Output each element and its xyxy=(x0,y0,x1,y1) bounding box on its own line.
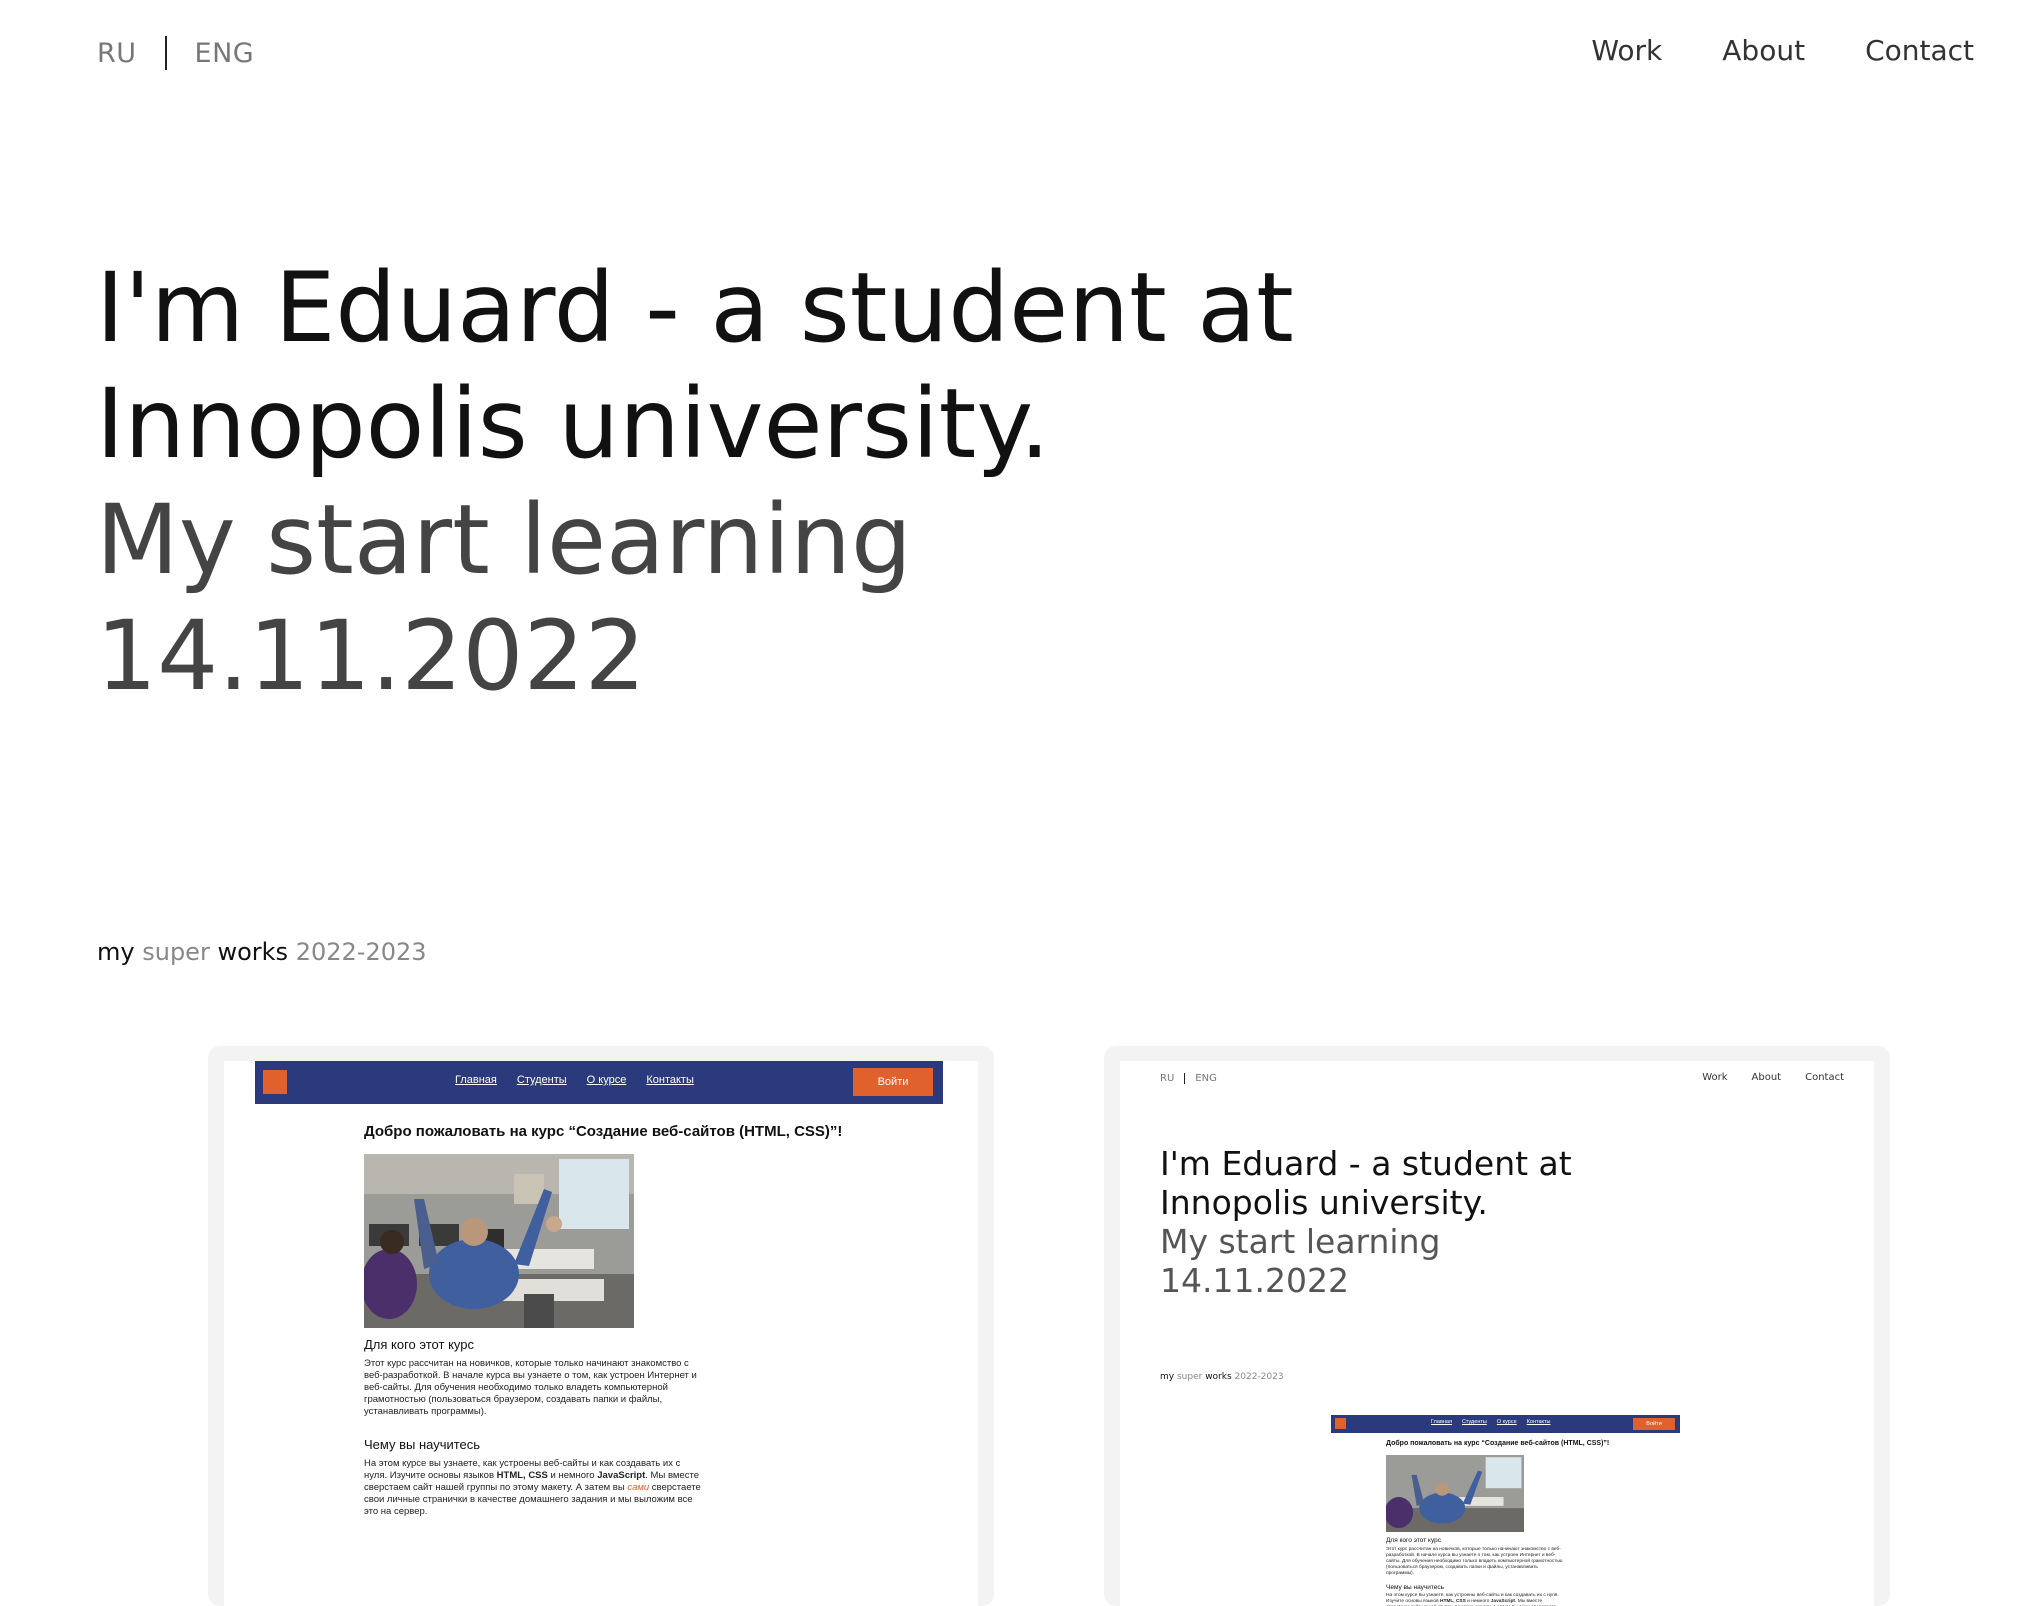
nav-about-link[interactable]: About xyxy=(1722,34,1805,67)
course-navbar: Главная Студенты О курсе Контакты Войти xyxy=(255,1061,943,1104)
hero-line-4: 14.11.2022 xyxy=(96,600,646,712)
works-caption: my super works 2022-2023 xyxy=(97,938,427,966)
preview-nav-about: About xyxy=(1751,1072,1782,1083)
preview-hero: I'm Eduard - a student at Innopolis univ… xyxy=(1160,1144,1572,1300)
preview-hero-line-4: 14.11.2022 xyxy=(1160,1261,1349,1300)
site-header: RU ENG Work About Contact xyxy=(0,0,2038,110)
preview-hero-line-1: I'm Eduard - a student at xyxy=(1160,1144,1572,1183)
preview-works-caption: my super works 2022-2023 xyxy=(1160,1372,1284,1382)
course-login-button[interactable]: Войти xyxy=(853,1068,933,1096)
preview-lang-eng: ENG xyxy=(1195,1073,1217,1084)
course-nav-contacts[interactable]: Контакты xyxy=(646,1074,694,1086)
preview-hero-line-2: Innopolis university. xyxy=(1160,1183,1488,1222)
hero-line-3: My start learning xyxy=(96,484,912,596)
course-nav-about[interactable]: О курсе xyxy=(587,1074,627,1086)
hero-line-2: Innopolis university. xyxy=(96,368,1050,480)
main-nav: Work About Contact xyxy=(1591,34,1974,67)
caption-word-works: works xyxy=(217,938,289,966)
work-preview-course-site: Главная Студенты О курсе Контакты Войти … xyxy=(224,1061,978,1606)
work-preview-portfolio: RU ENG Work About Contact I'm Eduard - a… xyxy=(1120,1061,1874,1606)
preview-course-audience-text: Этот курс рассчитан на новичков, которые… xyxy=(1386,1547,1563,1576)
preview-language-switcher: RU ENG xyxy=(1160,1073,1217,1084)
course-nav-links: Главная Студенты О курсе Контакты xyxy=(455,1074,694,1086)
nav-work-link[interactable]: Work xyxy=(1591,34,1662,67)
preview-classroom-photo xyxy=(1386,1455,1524,1532)
lang-eng-link[interactable]: ENG xyxy=(195,38,255,69)
preview-hero-line-3: My start learning xyxy=(1160,1222,1441,1261)
work-card-portfolio[interactable]: RU ENG Work About Contact I'm Eduard - a… xyxy=(1104,1046,1890,1606)
course-outcomes-heading: Чему вы научитесь xyxy=(364,1437,481,1452)
preview-course-nav-links: Главная Студенты О курсе Контакты xyxy=(1431,1419,1551,1425)
preview-nav: Work About Contact xyxy=(1702,1072,1844,1083)
nav-contact-link[interactable]: Contact xyxy=(1865,34,1974,67)
course-nav-home[interactable]: Главная xyxy=(455,1074,497,1086)
work-card-course-site[interactable]: Главная Студенты О курсе Контакты Войти … xyxy=(208,1046,994,1606)
course-outcomes-text: На этом курсе вы узнаете, как устроены в… xyxy=(364,1458,701,1517)
preview-lang-ru: RU xyxy=(1160,1073,1175,1084)
hero-line-1: I'm Eduard - a student at xyxy=(96,252,1294,364)
course-title: Добро пожаловать на курс “Создание веб-с… xyxy=(364,1123,843,1140)
course-nav-students[interactable]: Студенты xyxy=(517,1074,567,1086)
preview-course-login-button: Войти xyxy=(1633,1418,1675,1430)
hero-heading: I'm Eduard - a student at Innopolis univ… xyxy=(96,250,1596,714)
preview-nav-contact: Contact xyxy=(1805,1072,1844,1083)
course-logo xyxy=(263,1070,287,1094)
course-audience-text: Этот курс рассчитан на новичков, которые… xyxy=(364,1358,697,1417)
preview-lang-divider xyxy=(1184,1073,1186,1084)
caption-years: 2022-2023 xyxy=(295,938,427,966)
course-audience-heading: Для кого этот курс xyxy=(364,1337,474,1352)
caption-word-super: super xyxy=(142,938,210,966)
preview-course-logo xyxy=(1335,1418,1346,1429)
preview-course-title: Добро пожаловать на курс “Создание веб-с… xyxy=(1386,1440,1610,1447)
language-switcher: RU ENG xyxy=(97,36,254,70)
lang-ru-link[interactable]: RU xyxy=(97,38,137,69)
preview-course-navbar: Главная Студенты О курсе Контакты Войти xyxy=(1331,1415,1680,1433)
preview-course-audience-heading: Для кого этот курс xyxy=(1386,1537,1441,1544)
caption-word-my: my xyxy=(97,938,135,966)
preview-nav-work: Work xyxy=(1702,1072,1728,1083)
preview-course-outcomes-text: На этом курсе вы узнаете, как устроены в… xyxy=(1386,1593,1559,1606)
lang-divider xyxy=(164,36,167,70)
classroom-photo xyxy=(364,1154,634,1328)
